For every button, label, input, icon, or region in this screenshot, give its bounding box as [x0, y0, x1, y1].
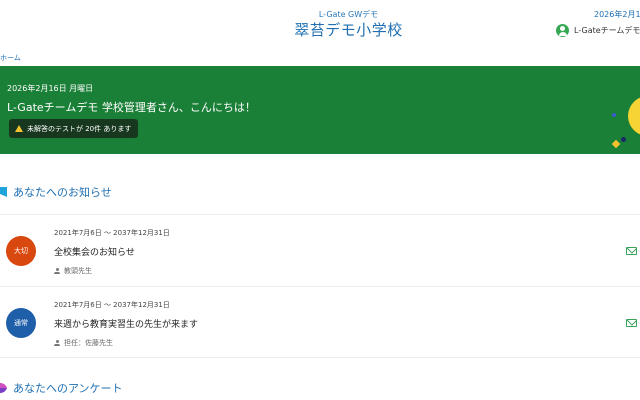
notice-period: 2021年7月6日 ～ 2037年12月31日: [54, 229, 170, 237]
divider: [0, 214, 640, 215]
divider: [0, 286, 640, 287]
notice-author-name: 教頭先生: [64, 267, 92, 275]
alert-text: 未解答のテストが 20件 あります: [27, 124, 132, 133]
user-avatar-icon: [556, 23, 569, 37]
notice-author-name: 担任：佐藤先生: [64, 339, 113, 347]
greeting-text: L-Gateチームデモ 学校管理者さん、こんにちは！: [7, 101, 256, 114]
notices-title-text: あなたへのお知らせ: [13, 186, 112, 199]
user-menu[interactable]: L-Gateチームデモ 学校: [556, 22, 640, 38]
banner-date: 2026年2月16日 月曜日: [7, 84, 94, 93]
school-title[interactable]: 翠苔デモ小学校: [0, 19, 640, 40]
unanswered-tests-alert[interactable]: 未解答のテストが 20件 あります: [9, 119, 139, 138]
divider: [0, 357, 640, 358]
priority-badge-normal: 通常: [6, 308, 36, 338]
breadcrumb-home[interactable]: ホーム: [0, 53, 21, 63]
surveys-title-text: あなたへのアンケート: [13, 382, 123, 395]
survey-pie-icon: [0, 383, 7, 393]
mail-open-icon[interactable]: [626, 319, 637, 327]
decor-dot-icon: [612, 113, 616, 117]
priority-badge-important: 大切: [6, 236, 36, 266]
notice-item[interactable]: 大切 2021年7月6日 ～ 2037年12月31日 全校集会のお知らせ 教頭先…: [0, 217, 640, 285]
header-date: 2026年2月16日: [594, 10, 640, 19]
person-icon: [54, 340, 60, 346]
welcome-banner: 2026年2月16日 月曜日 L-Gateチームデモ 学校管理者さん、こんにちは…: [0, 66, 640, 154]
person-icon: [54, 268, 60, 274]
mail-open-icon[interactable]: [626, 247, 637, 255]
notice-author: 教頭先生: [54, 266, 92, 276]
notice-title[interactable]: 全校集会のお知らせ: [54, 245, 135, 258]
notice-item[interactable]: 通常 2021年7月6日 ～ 2037年12月31日 来週から教育実習生の先生が…: [0, 289, 640, 357]
notice-period: 2021年7月6日 ～ 2037年12月31日: [54, 301, 170, 309]
user-name: L-Gateチームデモ 学校: [574, 25, 640, 35]
page-header: L-Gate GWデモ 翠苔デモ小学校 2026年2月16日 L-Gateチーム…: [0, 0, 640, 52]
notice-title[interactable]: 来週から教育実習生の先生が来ます: [54, 317, 198, 330]
mascot-face-icon: [628, 96, 640, 136]
warning-icon: [15, 125, 23, 132]
surveys-section-title: あなたへのアンケート: [0, 380, 123, 396]
notices-section-title: あなたへのお知らせ: [0, 184, 112, 200]
decor-circle-icon: [621, 137, 626, 142]
notice-bookmark-icon: [0, 187, 7, 197]
notice-author: 担任：佐藤先生: [54, 338, 113, 348]
